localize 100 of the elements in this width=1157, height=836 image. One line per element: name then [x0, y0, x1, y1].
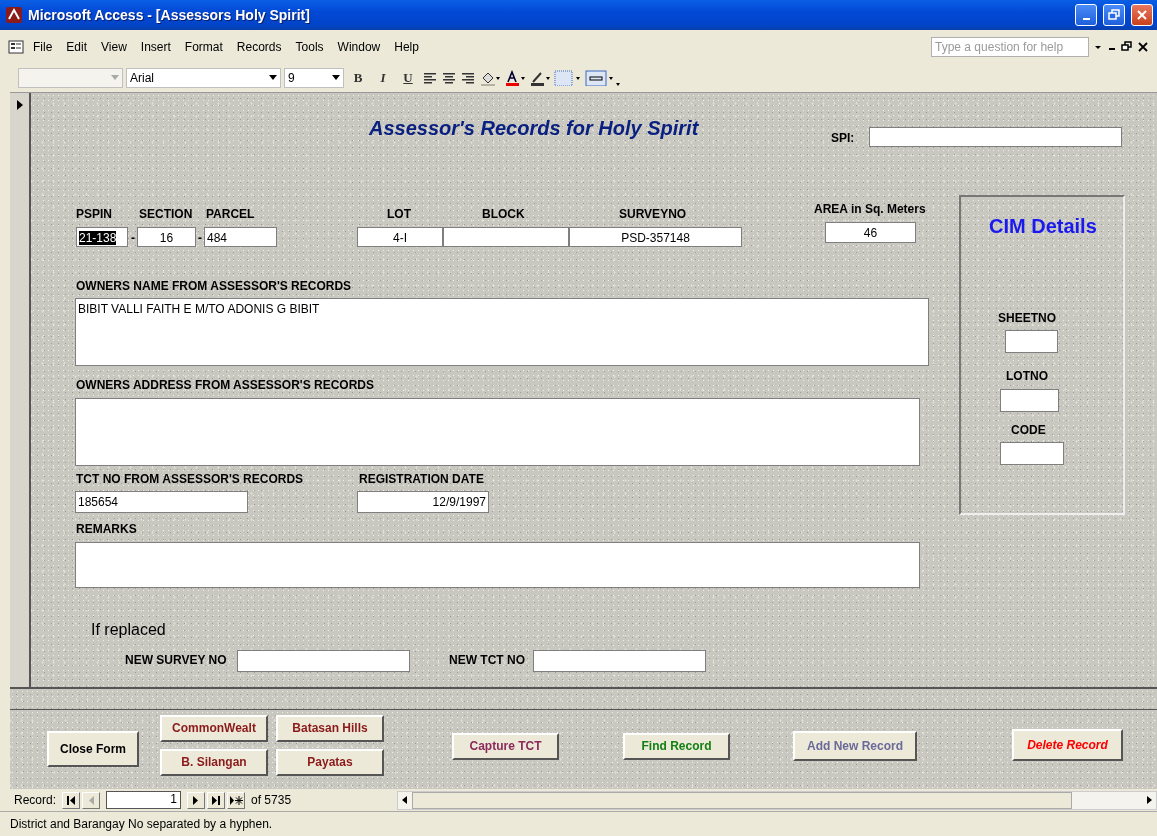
field-label: REMARKS — [76, 522, 137, 537]
dropdown-arrow-icon — [332, 75, 340, 82]
lot-field[interactable]: 4-I — [357, 227, 443, 248]
window-title: Microsoft Access - [Assessors Holy Spirit] — [28, 6, 311, 23]
registration-date-field[interactable]: 12/9/1997 — [357, 491, 489, 514]
record-number-field[interactable]: 1 — [106, 791, 182, 810]
separator-text: - — [131, 231, 135, 246]
new-record-icon — [229, 795, 244, 805]
form-button[interactable]: Payatas — [276, 748, 384, 776]
field-label: OWNERS NAME FROM ASSESSOR'S RECORDS — [76, 279, 352, 294]
separator-text: - — [198, 231, 202, 246]
owner-name-field[interactable]: BIBIT VALLI FAITH E M/TO ADONIS G BIBIT — [75, 298, 929, 367]
record-label: Record: — [13, 793, 58, 808]
help-search-field[interactable]: Type a question for help — [931, 36, 1089, 57]
field-label: LOT — [387, 207, 411, 222]
minimize-button[interactable] — [1075, 3, 1097, 26]
align-right-icon[interactable] — [460, 70, 476, 87]
close-icon — [1136, 8, 1148, 21]
cim-details-title: CIM Details — [989, 215, 1097, 239]
section-heading: If replaced — [91, 621, 166, 640]
field-label: NEW TCT NO — [449, 653, 525, 668]
next-icon — [192, 795, 201, 805]
font-dropdown[interactable]: Arial — [126, 68, 281, 89]
field-label: NEW SURVEY NO — [125, 653, 227, 668]
align-left-icon[interactable] — [422, 70, 438, 87]
form-button[interactable]: CommonWealt — [160, 714, 268, 742]
menu-item[interactable]: View — [96, 37, 132, 56]
form-icon[interactable] — [8, 38, 24, 55]
access-app-icon — [6, 6, 22, 23]
field-label: CODE — [1011, 423, 1046, 438]
menu-item[interactable]: Window — [332, 37, 386, 56]
section-field[interactable]: 16 — [137, 227, 196, 248]
status-bar-text: District and Barangay No separated by a hyphen. — [0, 811, 1157, 836]
horizontal-scrollbar[interactable] — [397, 790, 1157, 810]
remarks-field[interactable] — [75, 542, 920, 589]
form-button[interactable]: Add New Record — [793, 730, 917, 761]
tct-number-field[interactable]: 185654 — [75, 491, 248, 514]
area-field[interactable]: 46 — [825, 222, 916, 244]
field-label: PSPIN — [76, 207, 112, 222]
last-record-button[interactable] — [207, 791, 226, 809]
new-tct-number-field[interactable] — [533, 650, 706, 673]
field-label: SHEETNO — [998, 311, 1056, 326]
line-color-icon[interactable] — [529, 70, 551, 87]
form-button[interactable]: Capture TCT — [452, 732, 559, 760]
block-field[interactable] — [443, 227, 569, 248]
font-size-dropdown[interactable]: 9 — [284, 68, 344, 89]
lot-number-field[interactable] — [1000, 389, 1059, 413]
field-label: SURVEYNO — [619, 207, 687, 222]
sheet-number-field[interactable] — [1005, 330, 1058, 354]
parcel-field[interactable]: 484 — [204, 227, 277, 248]
bold-button[interactable]: B — [347, 67, 369, 90]
field-label: AREA in Sq. Meters — [814, 202, 926, 217]
menu-item[interactable]: Help — [389, 37, 424, 56]
align-center-icon[interactable] — [441, 70, 457, 87]
field-label: SECTION — [139, 207, 193, 222]
field-label: REGISTRATION DATE — [359, 472, 484, 487]
menu-item[interactable]: Format — [179, 37, 228, 56]
field-label: BLOCK — [482, 207, 525, 222]
dropdown-arrow-icon — [111, 75, 119, 82]
next-record-button[interactable] — [187, 791, 206, 809]
field-label: LOTNO — [1006, 369, 1048, 384]
menu-item[interactable]: Records — [231, 37, 287, 56]
menu-item[interactable]: Edit — [61, 37, 93, 56]
restore-icon — [1108, 8, 1120, 21]
restore-button[interactable] — [1103, 3, 1125, 26]
new-record-button[interactable] — [227, 791, 246, 809]
last-icon — [211, 795, 222, 805]
pspin-field[interactable]: 21-138 — [76, 227, 128, 248]
spi-field[interactable] — [869, 127, 1122, 148]
form-button[interactable]: Batasan Hills — [276, 714, 384, 742]
record-count: of 5735 — [250, 793, 293, 808]
menu-item[interactable]: Tools — [290, 37, 329, 56]
previous-icon — [87, 795, 96, 805]
form-button[interactable]: B. Silangan — [160, 748, 268, 776]
previous-record-button[interactable] — [82, 791, 101, 809]
font-color-icon[interactable] — [504, 70, 526, 87]
first-icon — [66, 795, 77, 805]
code-field[interactable] — [1000, 442, 1064, 466]
first-record-button[interactable] — [62, 791, 81, 809]
border-width-icon[interactable] — [585, 70, 621, 87]
italic-button[interactable]: I — [372, 67, 394, 90]
minimize-icon — [1082, 17, 1090, 20]
dropdown-arrow-icon — [269, 75, 277, 82]
fill-bucket-icon[interactable] — [479, 70, 501, 87]
form-button[interactable]: Close Form — [47, 730, 139, 767]
underline-button[interactable]: U — [397, 67, 419, 90]
survey-number-field[interactable]: PSD-357148 — [569, 227, 742, 248]
field-label: PARCEL — [206, 207, 255, 222]
close-button[interactable] — [1131, 3, 1153, 26]
field-label: OWNERS ADDRESS FROM ASSESSOR'S RECORDS — [76, 378, 374, 393]
scrollbar-thumb[interactable] — [412, 791, 1072, 809]
form-title: Assessor's Records for Holy Spirit — [369, 117, 699, 141]
form-button[interactable]: Find Record — [623, 732, 730, 760]
owner-address-field[interactable] — [75, 398, 920, 467]
menu-item[interactable]: File — [28, 37, 58, 56]
menu-item[interactable]: Insert — [135, 37, 176, 56]
new-survey-number-field[interactable] — [237, 650, 410, 673]
field-label: TCT NO FROM ASSESSOR'S RECORDS — [76, 472, 304, 487]
current-record-icon — [15, 99, 24, 112]
field-label: SPI: — [831, 131, 855, 146]
